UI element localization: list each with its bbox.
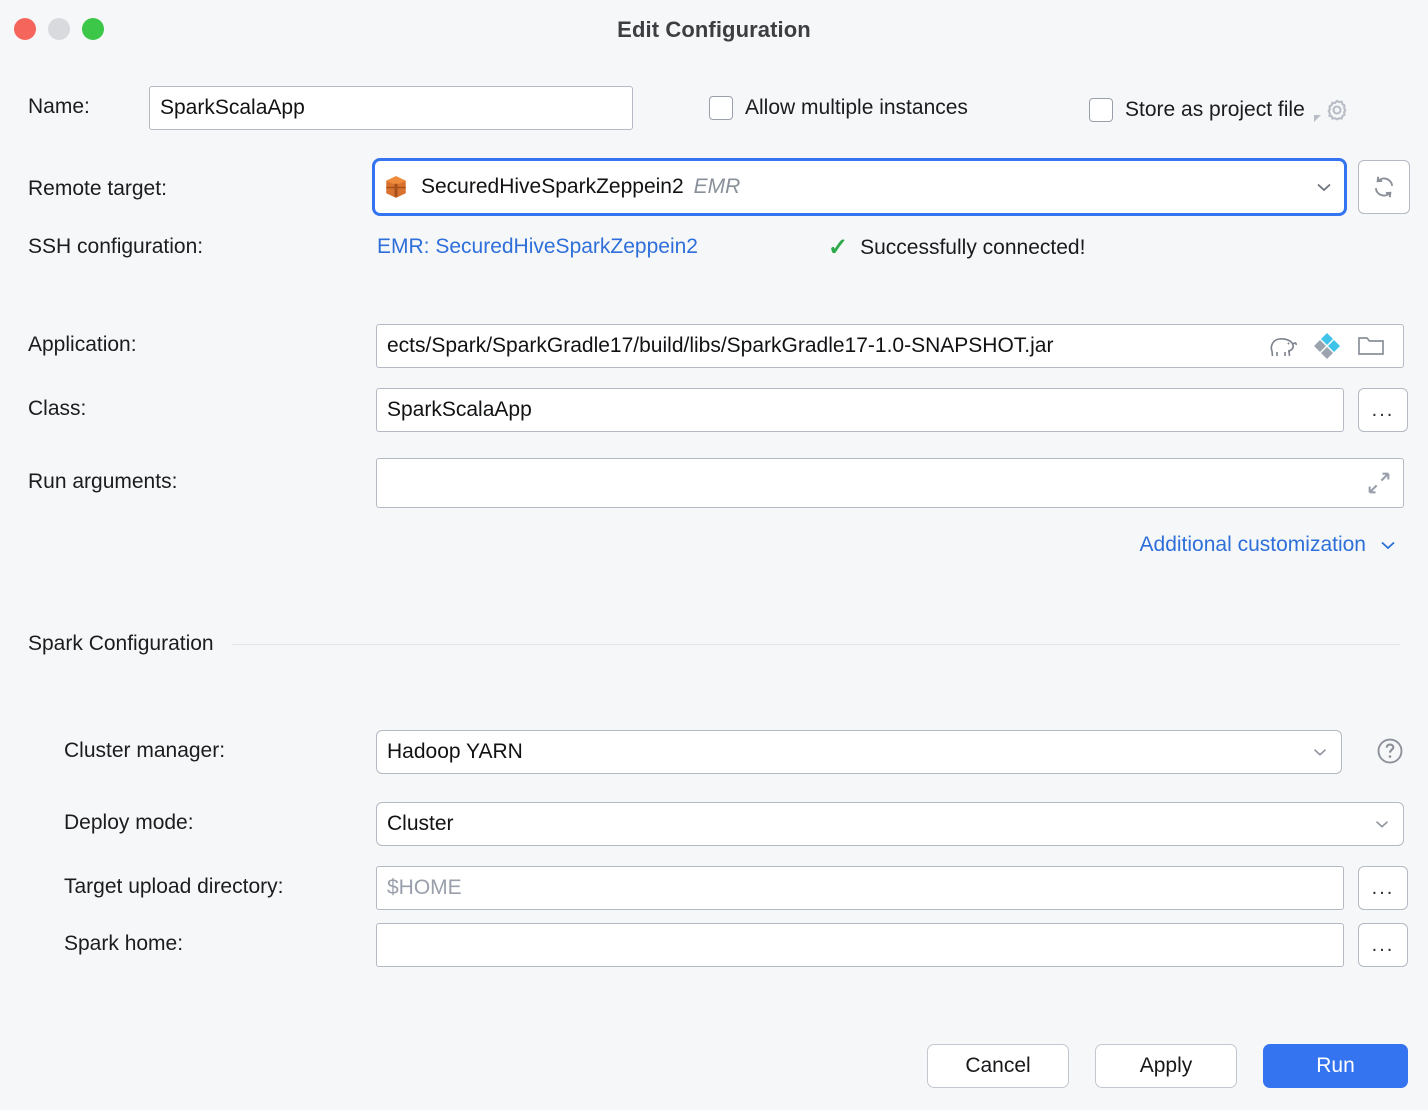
name-label: Name: <box>28 95 90 119</box>
cluster-manager-label: Cluster manager: <box>64 739 225 763</box>
close-window-button[interactable] <box>14 18 36 40</box>
ssh-connection-status-text: Successfully connected! <box>860 236 1085 260</box>
chevron-down-icon[interactable] <box>1312 175 1336 199</box>
window-controls <box>14 18 104 40</box>
gear-icon[interactable] <box>1323 96 1351 124</box>
application-label: Application: <box>28 333 137 357</box>
expand-icon[interactable] <box>1365 469 1393 497</box>
cluster-manager-value: Hadoop YARN <box>387 740 523 764</box>
section-divider <box>232 644 1400 645</box>
target-upload-directory-browse-button[interactable]: ... <box>1358 866 1408 910</box>
additional-customization-toggle[interactable]: Additional customization <box>1140 533 1400 557</box>
spark-home-browse-button[interactable]: ... <box>1358 923 1408 967</box>
spark-home-browse-label: ... <box>1372 940 1395 950</box>
class-label: Class: <box>28 397 86 421</box>
application-value: ects/Spark/SparkGradle17/build/libs/Spar… <box>387 334 1053 358</box>
class-browse-label: ... <box>1372 405 1395 415</box>
run-button[interactable]: Run <box>1263 1044 1408 1088</box>
additional-customization-label: Additional customization <box>1140 533 1366 557</box>
aws-emr-cube-icon <box>383 174 409 200</box>
spark-home-input[interactable] <box>376 923 1344 967</box>
remote-target-badge: EMR <box>694 175 741 199</box>
store-as-project-file-checkbox-row[interactable]: Store as project file <box>1089 96 1351 124</box>
store-as-project-file-label: Store as project file <box>1125 98 1305 122</box>
run-arguments-input[interactable] <box>376 458 1404 508</box>
remote-target-combobox[interactable]: SecuredHiveSparkZeppein2 EMR <box>372 158 1347 216</box>
allow-multiple-instances-checkbox[interactable] <box>709 96 733 120</box>
target-upload-directory-browse-label: ... <box>1372 883 1395 893</box>
application-icon-group <box>1268 331 1386 361</box>
maximize-window-button[interactable] <box>82 18 104 40</box>
remote-target-value: SecuredHiveSparkZeppein2 <box>421 175 684 199</box>
folder-icon[interactable] <box>1356 333 1386 359</box>
ssh-configuration-link[interactable]: EMR: SecuredHiveSparkZeppein2 <box>377 235 698 259</box>
refresh-icon <box>1370 173 1398 201</box>
remote-target-label: Remote target: <box>28 177 167 201</box>
edit-configuration-dialog: Edit Configuration Name: SparkScalaApp A… <box>0 0 1428 1110</box>
name-input[interactable]: SparkScalaApp <box>149 86 633 130</box>
maven-diamond-icon[interactable] <box>1312 331 1342 361</box>
class-input[interactable]: SparkScalaApp <box>376 388 1344 432</box>
target-upload-directory-label: Target upload directory: <box>64 875 283 899</box>
minimize-window-button[interactable] <box>48 18 70 40</box>
chevron-down-icon[interactable] <box>1376 533 1400 557</box>
check-icon: ✓ <box>828 233 848 262</box>
allow-multiple-instances-checkbox-row[interactable]: Allow multiple instances <box>709 96 968 120</box>
gradle-elephant-icon[interactable] <box>1268 333 1298 359</box>
chevron-down-icon[interactable] <box>1309 741 1331 763</box>
dialog-title: Edit Configuration <box>617 17 811 43</box>
class-browse-button[interactable]: ... <box>1358 388 1408 432</box>
deploy-mode-combobox[interactable]: Cluster <box>376 802 1404 846</box>
cluster-manager-combobox[interactable]: Hadoop YARN <box>376 730 1342 774</box>
refresh-remote-target-button[interactable] <box>1358 160 1410 214</box>
allow-multiple-instances-label: Allow multiple instances <box>745 96 968 120</box>
apply-button[interactable]: Apply <box>1095 1044 1237 1088</box>
ssh-connection-status: ✓ Successfully connected! <box>828 233 1085 262</box>
chevron-down-icon[interactable] <box>1371 813 1393 835</box>
cancel-button[interactable]: Cancel <box>927 1044 1069 1088</box>
deploy-mode-label: Deploy mode: <box>64 811 194 835</box>
spark-home-label: Spark home: <box>64 932 183 956</box>
application-input[interactable]: ects/Spark/SparkGradle17/build/libs/Spar… <box>376 324 1404 368</box>
title-bar: Edit Configuration <box>0 0 1428 60</box>
help-icon <box>1375 736 1405 766</box>
deploy-mode-value: Cluster <box>387 812 454 836</box>
ssh-configuration-label: SSH configuration: <box>28 235 203 259</box>
spark-configuration-title: Spark Configuration <box>28 632 214 656</box>
cluster-manager-help-button[interactable] <box>1375 736 1405 766</box>
run-arguments-label: Run arguments: <box>28 470 177 494</box>
target-upload-directory-input[interactable]: $HOME <box>376 866 1344 910</box>
spark-configuration-section-header: Spark Configuration <box>28 632 1400 656</box>
store-as-project-file-checkbox[interactable] <box>1089 98 1113 122</box>
